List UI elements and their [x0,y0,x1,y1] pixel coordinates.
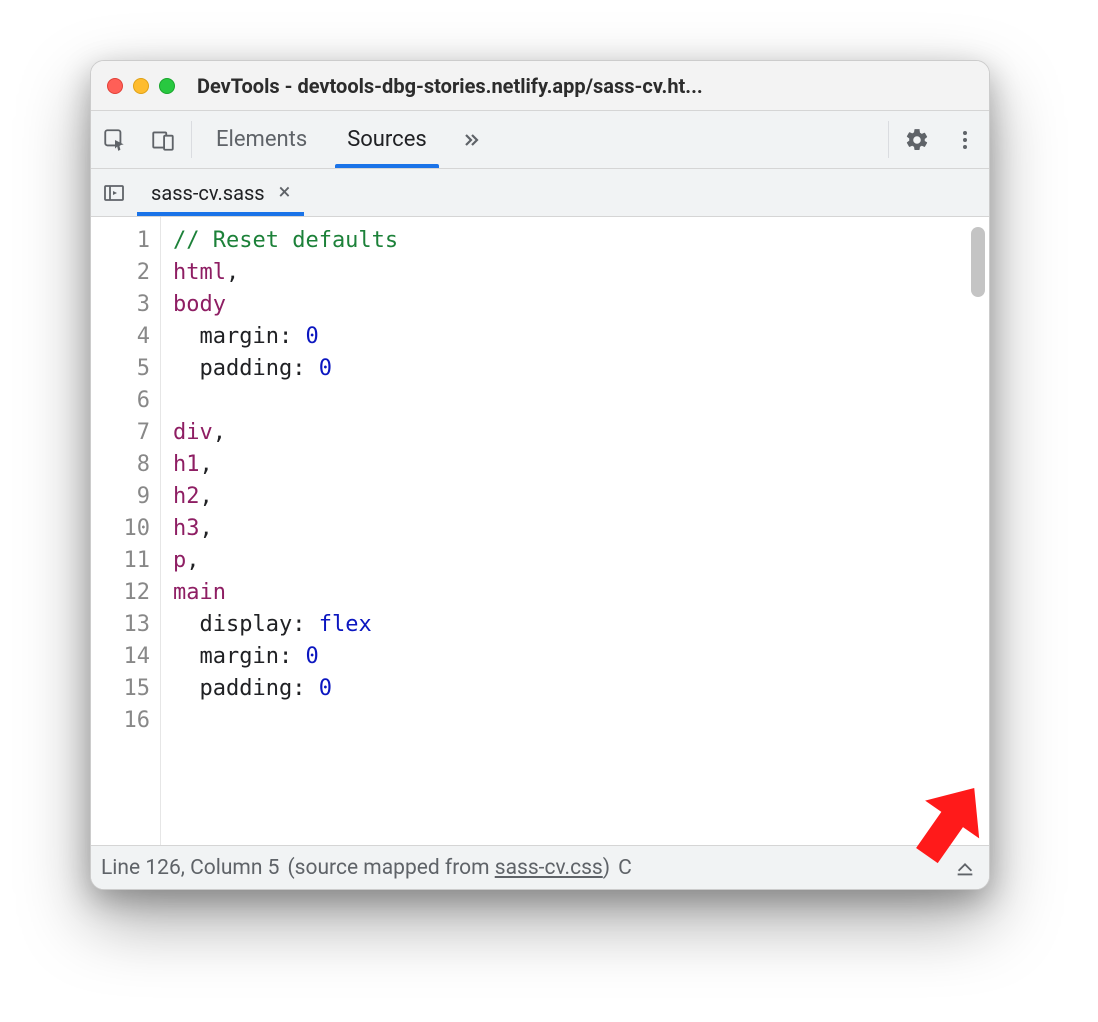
tab-label: Sources [347,127,427,152]
code-line[interactable]: margin: 0 [173,321,989,353]
line-number-gutter: 12345678910111213141516 [91,217,161,845]
code-line[interactable]: h3, [173,513,989,545]
code-content[interactable]: // Reset defaultshtml,body margin: 0 pad… [161,217,989,845]
tab-label: Elements [216,127,307,152]
code-line[interactable]: h1, [173,449,989,481]
code-line[interactable]: padding: 0 [173,353,989,385]
code-line[interactable]: // Reset defaults [173,225,989,257]
code-line[interactable]: div, [173,417,989,449]
truncated-text: C [618,856,632,880]
titlebar: DevTools - devtools-dbg-stories.netlify.… [91,61,989,111]
show-navigator-icon[interactable] [91,169,137,216]
code-editor[interactable]: 12345678910111213141516 // Reset default… [91,217,989,845]
code-line[interactable]: p, [173,545,989,577]
close-tab-icon[interactable]: × [275,180,291,205]
code-line[interactable]: padding: 0 [173,673,989,705]
code-line[interactable]: display: flex [173,609,989,641]
scrollbar-thumb[interactable] [971,227,985,297]
line-number: 1 [91,225,150,257]
line-number: 3 [91,289,150,321]
line-number: 4 [91,321,150,353]
code-line[interactable] [173,385,989,417]
code-line[interactable]: h2, [173,481,989,513]
line-number: 10 [91,513,150,545]
code-line[interactable]: main [173,577,989,609]
line-number: 15 [91,673,150,705]
line-number: 6 [91,385,150,417]
show-drawer-icon[interactable] [951,854,979,882]
more-tabs-icon[interactable] [447,111,495,168]
code-line[interactable]: margin: 0 [173,641,989,673]
status-bar: Line 126, Column 5 (source mapped from s… [91,845,989,889]
line-number: 5 [91,353,150,385]
file-name-label: sass-cv.sass [151,181,265,205]
minimize-window-button[interactable] [133,78,149,94]
source-map-link[interactable]: sass-cv.css [495,856,603,880]
toolbar-separator [888,121,889,158]
source-map-info: (source mapped from sass-cv.css) [287,856,610,880]
code-line[interactable]: body [173,289,989,321]
maximize-window-button[interactable] [159,78,175,94]
line-number: 13 [91,609,150,641]
devtools-window: DevTools - devtools-dbg-stories.netlify.… [90,60,990,890]
inspect-element-icon[interactable] [91,111,139,168]
cursor-position: Line 126, Column 5 [101,856,279,880]
line-number: 12 [91,577,150,609]
device-toggle-icon[interactable] [139,111,187,168]
toolbar-separator [191,121,192,158]
panel-tabs: Elements Sources [196,111,447,168]
line-number: 9 [91,481,150,513]
window-title: DevTools - devtools-dbg-stories.netlify.… [197,74,973,98]
kebab-menu-icon[interactable] [941,111,989,168]
sources-subtoolbar: sass-cv.sass × [91,169,989,217]
main-toolbar: Elements Sources [91,111,989,169]
tab-elements[interactable]: Elements [196,111,327,168]
tab-sources[interactable]: Sources [327,111,447,168]
line-number: 8 [91,449,150,481]
line-number: 7 [91,417,150,449]
line-number: 14 [91,641,150,673]
code-line[interactable] [173,705,989,737]
file-tabs: sass-cv.sass × [137,169,304,216]
line-number: 2 [91,257,150,289]
line-number: 11 [91,545,150,577]
settings-gear-icon[interactable] [893,111,941,168]
file-tab-sass-cv[interactable]: sass-cv.sass × [137,169,304,216]
line-number: 16 [91,705,150,737]
window-controls [107,78,175,94]
close-window-button[interactable] [107,78,123,94]
code-line[interactable]: html, [173,257,989,289]
